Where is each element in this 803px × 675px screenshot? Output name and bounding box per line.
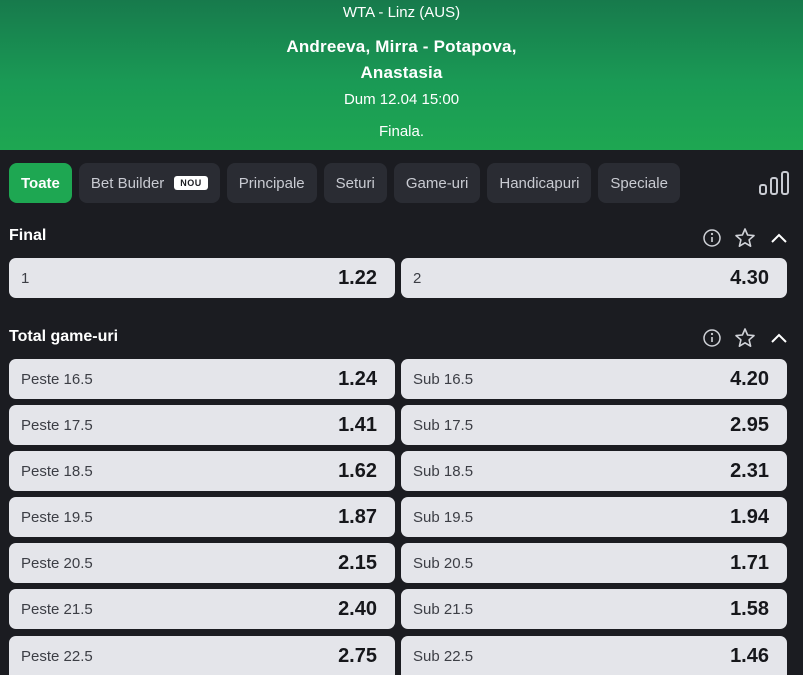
- odd-label: Sub 16.5: [413, 371, 474, 388]
- odd-value: 2.95: [730, 414, 769, 436]
- odd-button-under[interactable]: Sub 17.5 2.95: [401, 405, 787, 445]
- odd-label: Sub 17.5: [413, 417, 474, 434]
- odd-button-over[interactable]: Peste 17.5 1.41: [9, 405, 395, 445]
- odd-value: 1.41: [338, 414, 377, 436]
- odd-button-over[interactable]: Peste 16.5 1.24: [9, 359, 395, 399]
- odd-value: 2.15: [338, 552, 377, 574]
- section-title-total-games: Total game-uri: [9, 328, 119, 345]
- teams-line-1: Andreeva, Mirra - Potapova,: [286, 37, 517, 56]
- tab-principale[interactable]: Principale: [226, 163, 317, 203]
- tab-label: Bet Builder: [90, 174, 165, 192]
- teams-line-2: Anastasia: [360, 63, 443, 82]
- odd-label: Peste 20.5: [21, 555, 93, 572]
- odd-button-under[interactable]: Sub 19.5 1.94: [401, 497, 787, 537]
- odd-button-over[interactable]: Peste 18.5 1.62: [9, 451, 395, 491]
- odd-button-over[interactable]: Peste 22.5 2.75: [9, 636, 395, 675]
- chevron-up-icon[interactable]: [768, 327, 790, 349]
- new-badge: NOU: [174, 176, 208, 190]
- odd-value: 1.94: [730, 506, 769, 528]
- odd-label: Peste 17.5: [21, 417, 93, 434]
- match-stage: Finala.: [378, 123, 425, 140]
- bar-chart-icon[interactable]: [758, 170, 790, 196]
- odd-value: 1.24: [338, 368, 377, 390]
- odd-label: Sub 18.5: [413, 463, 474, 480]
- odd-button-under[interactable]: Sub 22.5 1.46: [401, 636, 787, 675]
- odd-button-over[interactable]: Peste 21.5 2.40: [9, 589, 395, 629]
- odd-label: Peste 19.5: [21, 509, 93, 526]
- tab-handicapuri[interactable]: Handicapuri: [487, 163, 592, 203]
- tab-bet-builder[interactable]: Bet Builder NOU: [78, 163, 220, 203]
- odd-label: Sub 22.5: [413, 648, 474, 665]
- odd-label: Peste 22.5: [21, 648, 93, 665]
- tab-speciale[interactable]: Speciale: [598, 163, 680, 203]
- odd-button-over[interactable]: Peste 20.5 2.15: [9, 543, 395, 583]
- match-teams: Andreeva, Mirra - Potapova, Anastasia: [0, 34, 803, 86]
- odd-button-under[interactable]: Sub 18.5 2.31: [401, 451, 787, 491]
- league-name: WTA - Linz (AUS): [342, 4, 461, 21]
- odd-value: 4.30: [730, 267, 769, 289]
- tab-label: Seturi: [335, 174, 375, 192]
- odd-button-under[interactable]: Sub 20.5 1.71: [401, 543, 787, 583]
- odd-label: Peste 18.5: [21, 463, 93, 480]
- section-actions-total-games: [702, 327, 790, 349]
- odd-value: 2.40: [338, 598, 377, 620]
- info-icon[interactable]: [702, 228, 722, 248]
- market-tabs: Toate Bet Builder NOU Principale Seturi …: [9, 163, 680, 203]
- odd-label: 1: [21, 270, 30, 287]
- tab-label: Toate: [21, 174, 60, 192]
- odd-button-over[interactable]: Peste 19.5 1.87: [9, 497, 395, 537]
- tab-toate[interactable]: Toate: [9, 163, 72, 203]
- match-date: Dum 12.04 15:00: [343, 91, 460, 108]
- odd-value: 1.22: [338, 267, 377, 289]
- odd-button-away[interactable]: 2 4.30: [401, 258, 787, 298]
- odd-value: 1.87: [338, 506, 377, 528]
- odd-label: Sub 21.5: [413, 601, 474, 618]
- star-icon[interactable]: [734, 227, 756, 249]
- odd-value: 4.20: [730, 368, 769, 390]
- odd-label: Peste 16.5: [21, 371, 93, 388]
- section-title-final: Final: [9, 227, 47, 244]
- odd-value: 1.46: [730, 645, 769, 667]
- star-icon[interactable]: [734, 327, 756, 349]
- info-icon[interactable]: [702, 328, 722, 348]
- section-actions-final: [702, 227, 790, 249]
- odd-value: 2.75: [338, 645, 377, 667]
- odd-label: 2: [413, 270, 422, 287]
- odd-button-under[interactable]: Sub 16.5 4.20: [401, 359, 787, 399]
- match-header: WTA - Linz (AUS) Andreeva, Mirra - Potap…: [0, 0, 803, 150]
- odd-value: 2.31: [730, 460, 769, 482]
- tab-seturi[interactable]: Seturi: [323, 163, 387, 203]
- odd-button-home[interactable]: 1 1.22: [9, 258, 395, 298]
- chevron-up-icon[interactable]: [768, 227, 790, 249]
- odd-value: 1.71: [730, 552, 769, 574]
- odd-label: Sub 20.5: [413, 555, 474, 572]
- odd-label: Sub 19.5: [413, 509, 474, 526]
- odd-label: Peste 21.5: [21, 601, 93, 618]
- tab-label: Speciale: [610, 174, 668, 192]
- odd-value: 1.58: [730, 598, 769, 620]
- tab-label: Game-uri: [405, 174, 469, 192]
- tab-label: Principale: [238, 174, 305, 192]
- tab-label: Handicapuri: [499, 174, 580, 192]
- odd-button-under[interactable]: Sub 21.5 1.58: [401, 589, 787, 629]
- odd-value: 1.62: [338, 460, 377, 482]
- tab-game-uri[interactable]: Game-uri: [393, 163, 481, 203]
